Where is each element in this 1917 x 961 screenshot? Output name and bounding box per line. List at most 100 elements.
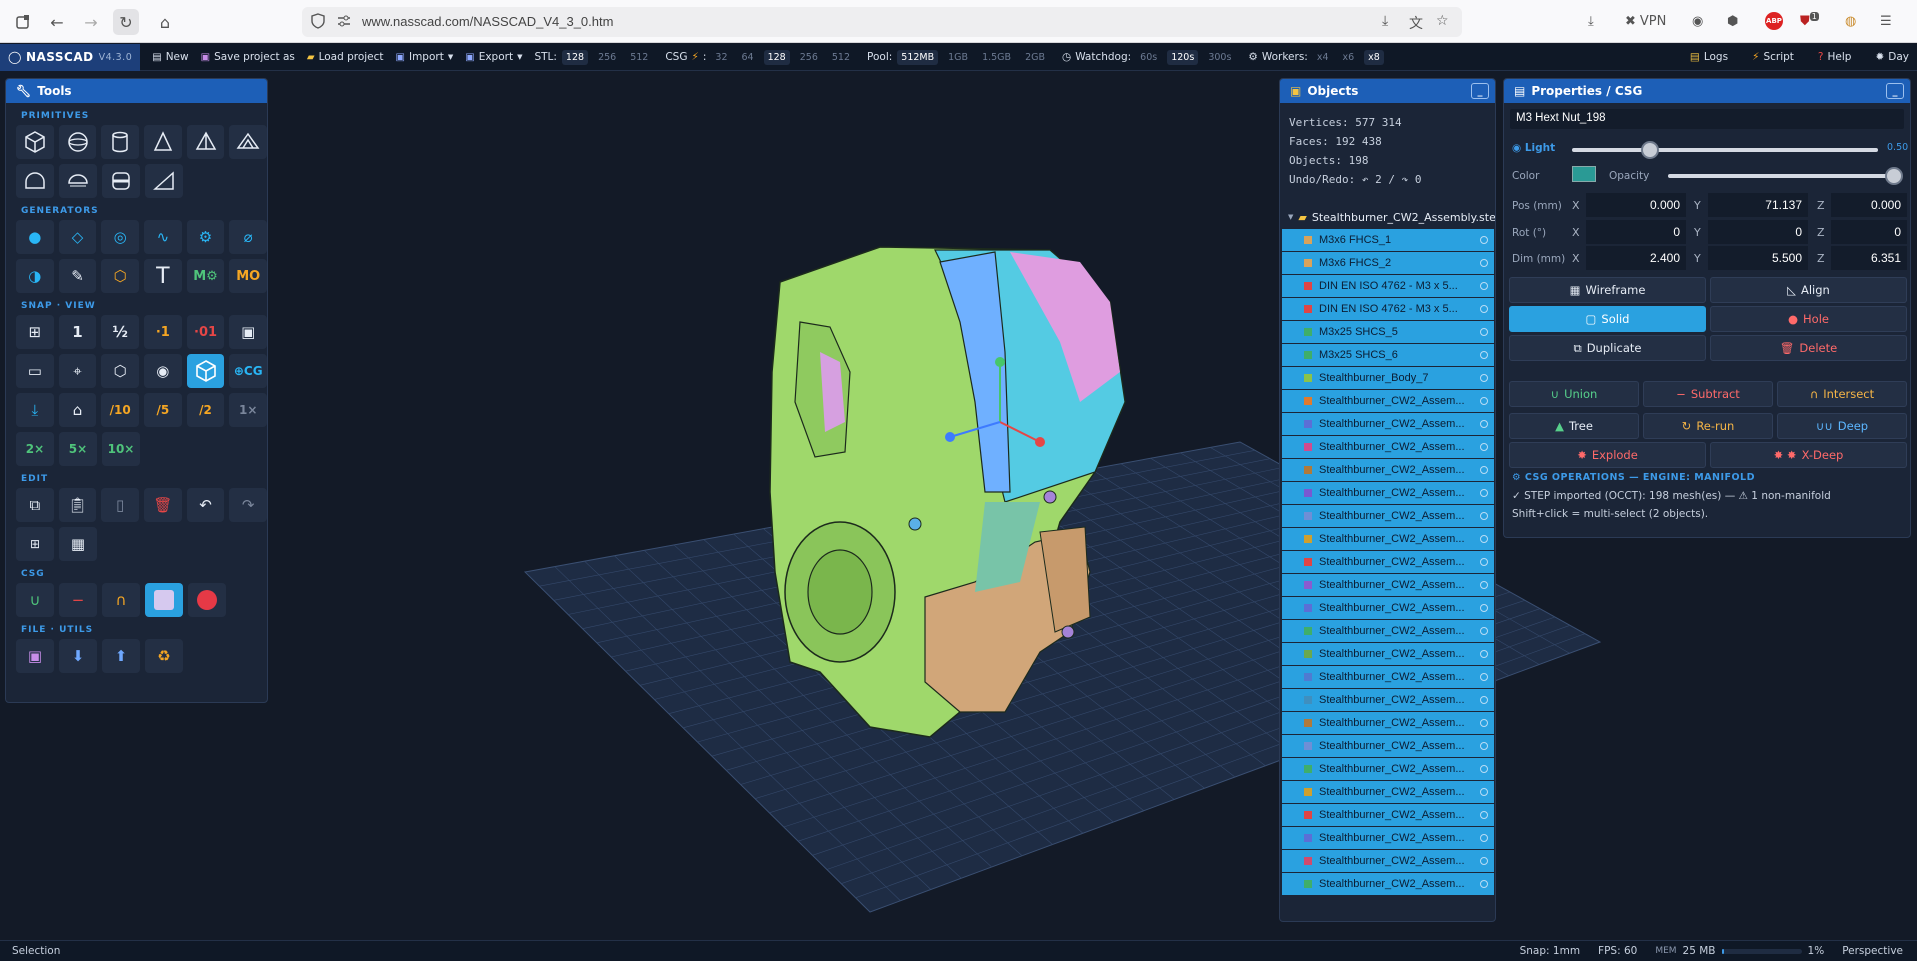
visibility-toggle-icon[interactable] [1480,765,1488,773]
address-bar[interactable]: www.nasscad.com/NASSCAD_V4_3_0.htm ⤓ 文 ☆ [302,7,1462,37]
drop-to-floor-icon[interactable]: ⤓ [16,393,54,427]
scale-2x[interactable]: 2× [16,432,54,466]
visibility-toggle-icon[interactable] [1480,604,1488,612]
shield-icon[interactable] [310,13,326,33]
stl-option[interactable]: 256 [594,50,620,65]
workers-option[interactable]: x8 [1364,49,1384,65]
stl-option[interactable]: 128 [561,49,589,65]
x-deep-button[interactable]: ✸ ✸ X-Deep [1710,442,1907,468]
snap-0-1[interactable]: ·1 [144,315,182,349]
visibility-toggle-icon[interactable] [1480,627,1488,635]
logs-button[interactable]: ▤ Logs [1690,51,1728,63]
visibility-toggle-icon[interactable] [1480,305,1488,313]
save-disk-icon[interactable]: ▣ [16,639,54,673]
csg-option[interactable]: 256 [796,50,822,65]
dim-y-input[interactable] [1708,246,1808,270]
object-list-item[interactable]: Stealthburner_CW2_Assem... [1282,735,1494,757]
visibility-toggle-icon[interactable] [1480,719,1488,727]
nut-generator-icon[interactable]: ⬡ [101,259,140,293]
hemisphere-icon[interactable] [59,164,97,198]
object-list-item[interactable]: Stealthburner_CW2_Assem... [1282,643,1494,665]
watchdog-option[interactable]: 120s [1167,49,1199,65]
delete-button[interactable]: 🗑︎ Delete [1710,335,1907,361]
union-button[interactable]: ∪ Union [1509,381,1639,407]
object-list-item[interactable]: M3x6 FHCS_1 [1282,229,1494,251]
visibility-toggle-icon[interactable] [1480,328,1488,336]
spring-generator-icon[interactable]: ∿ [144,220,182,254]
watchdog-option[interactable]: 300s [1204,50,1235,65]
opacity-slider-thumb[interactable] [1885,167,1903,185]
object-list-item[interactable]: Stealthburner_CW2_Assem... [1282,413,1494,435]
object-list-item[interactable]: Stealthburner_CW2_Assem... [1282,574,1494,596]
snap-div-5[interactable]: /5 [144,393,182,427]
visibility-toggle-icon[interactable] [1480,466,1488,474]
vpn-button[interactable]: ✖ VPN [1625,11,1666,31]
visibility-toggle-icon[interactable] [1480,535,1488,543]
csg-option[interactable]: 128 [763,49,790,65]
pool-option[interactable]: 2GB [1021,50,1049,65]
script-button[interactable]: ⚡ Script [1752,51,1794,63]
rot-x-input[interactable] [1586,220,1686,244]
dim-x-input[interactable] [1586,246,1686,270]
trash-icon[interactable]: 🗑︎ [144,488,182,522]
snap-div-10[interactable]: /10 [101,393,140,427]
m-gear-generator-icon[interactable]: M⚙ [186,259,225,293]
sphere-icon[interactable] [58,125,97,159]
workers-option[interactable]: x6 [1339,50,1359,65]
object-list-item[interactable]: Stealthburner_CW2_Assem... [1282,597,1494,619]
visibility-toggle-icon[interactable] [1480,558,1488,566]
bolt-generator-icon[interactable]: ● [16,220,54,254]
object-list-item[interactable]: Stealthburner_CW2_Assem... [1282,689,1494,711]
contrast-generator-icon[interactable]: ◑ [16,259,54,293]
visibility-toggle-icon[interactable] [1480,443,1488,451]
object-list-item[interactable]: Stealthburner_CW2_Assem... [1282,758,1494,780]
visibility-toggle-icon[interactable] [1480,811,1488,819]
stl-option[interactable]: 512 [626,50,652,65]
snap-0-01[interactable]: ·01 [186,315,225,349]
visibility-toggle-icon[interactable] [1480,397,1488,405]
export-menu[interactable]: ▣ Export ▼ [465,51,522,63]
visibility-toggle-icon[interactable] [1480,374,1488,382]
object-list-item[interactable]: M3x6 FHCS_2 [1282,252,1494,274]
visibility-toggle-icon[interactable] [1480,673,1488,681]
pos-z-input[interactable] [1831,193,1907,217]
union-icon[interactable]: ∪ [16,583,54,617]
home-view-icon[interactable]: ⌂ [58,393,97,427]
minimize-button[interactable]: _ [1886,83,1904,99]
text-generator-icon[interactable]: T [144,259,182,293]
import-file-icon[interactable]: ⬇ [59,639,97,673]
frame-icon[interactable]: ▣ [229,315,267,349]
import-menu[interactable]: ▣ Import ▼ [396,51,454,63]
object-list-item[interactable]: M3x25 SHCS_5 [1282,321,1494,343]
pos-y-input[interactable] [1708,193,1808,217]
half-cylinder-icon[interactable] [16,164,54,198]
subtract-icon[interactable]: − [59,583,97,617]
object-list-item[interactable]: Stealthburner_Body_7 [1282,367,1494,389]
undo-icon[interactable]: ↶ [186,488,225,522]
export-file-icon[interactable]: ⬆ [102,639,140,673]
large-grid-icon[interactable]: ▦ [59,527,97,561]
extensions-icon[interactable]: ⬢ [1727,11,1738,31]
intersect-icon[interactable]: ∩ [102,583,140,617]
ublock-extension[interactable]: ⛊ 1 [1800,11,1819,31]
solid-button[interactable]: ▢ Solid [1509,306,1706,332]
help-button[interactable]: ? Help [1818,51,1852,63]
object-list-item[interactable]: Stealthburner_CW2_Assem... [1282,551,1494,573]
object-list-item[interactable]: Stealthburner_CW2_Assem... [1282,620,1494,642]
hole-button[interactable]: ● Hole [1710,306,1907,332]
wedge-icon[interactable] [145,164,183,198]
visibility-toggle-icon[interactable] [1480,581,1488,589]
object-list-item[interactable]: Stealthburner_CW2_Assem... [1282,505,1494,527]
download-page-icon[interactable]: ⤓ [1382,13,1388,29]
box-generator-icon[interactable]: ◇ [58,220,97,254]
back-icon[interactable]: ← [44,9,70,35]
site-settings-icon[interactable] [336,13,352,33]
rot-y-input[interactable] [1708,220,1808,244]
visibility-toggle-icon[interactable] [1480,236,1488,244]
color-swatch[interactable] [1572,166,1596,182]
day-mode-button[interactable]: ✹ Day [1875,51,1909,63]
bookmark-star-icon[interactable]: ☆ [1436,13,1449,29]
window-view-icon[interactable]: ▭ [16,354,54,388]
copy-icon[interactable]: ⧉ [16,488,54,522]
menu-icon[interactable]: ☰ [1880,11,1892,31]
